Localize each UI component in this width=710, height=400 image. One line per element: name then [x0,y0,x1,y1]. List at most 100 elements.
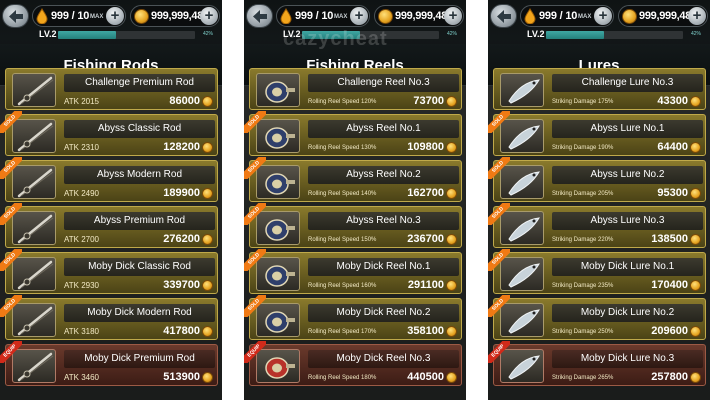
shop-item[interactable]: SOLD Abyss Lure No.3 Striking Damage 220% 1… [488,203,706,248]
item-stat: Rolling Reel Speed 140% [308,191,377,197]
badge-label: SOLD [244,111,266,133]
sold-badge: SOLD [0,203,22,225]
shop-item[interactable]: Challenge Reel No.3 Rolling Reel Speed 12… [249,68,462,110]
item-price: 513900 [163,371,200,383]
sold-badge: SOLD [244,295,266,317]
back-arrow-icon [253,10,267,23]
coin-icon [202,142,213,153]
sold-badge: SOLD [488,295,510,317]
badge-label: SOLD [488,295,510,317]
item-name-plate: Moby Dick Modern Rod [64,304,215,322]
shop-item[interactable]: SOLD Abyss Modern Rod ATK 2490 189900 [0,157,218,202]
item-stat: Striking Damage 220% [552,237,614,243]
item-price: 276200 [163,233,200,245]
rod-icon [17,76,54,106]
shop-item[interactable]: SOLD Abyss Reel No.1 Rolling Reel Speed 13… [244,111,462,156]
shop-item[interactable]: EQUIP Moby Dick Premium Rod ATK 3460 513900 [0,341,218,386]
item-name: Abyss Premium Rod [93,215,186,226]
shop-item[interactable]: SOLD Moby Dick Classic Rod ATK 2930 339700 [0,249,218,294]
back-button[interactable] [490,4,517,28]
coin-icon [446,372,457,383]
coin-icon [446,234,457,245]
coin-icon [690,326,701,337]
shop-item[interactable]: SOLD Moby Dick Reel No.2 Rolling Reel Spee… [244,295,462,340]
sold-badge: SOLD [0,111,22,133]
item-thumbnail [256,73,300,107]
item-name: Moby Dick Reel No.3 [336,353,431,364]
add-coins-button[interactable]: + [444,7,462,25]
water-drop-icon [36,8,48,24]
sold-badge: SOLD [0,249,22,271]
item-name: Moby Dick Modern Rod [87,307,192,318]
badge-label: SOLD [244,203,266,225]
shop-item[interactable]: Challenge Lure No.3 Striking Damage 175% 4… [493,68,706,110]
shop-item[interactable]: SOLD Abyss Lure No.2 Striking Damage 205% 9… [488,157,706,202]
level-label: LV.2 [527,29,545,39]
add-energy-button[interactable]: + [350,7,368,25]
item-price: 170400 [651,279,688,291]
add-coins-button[interactable]: + [200,7,218,25]
item-name: Moby Dick Reel No.1 [336,261,431,272]
item-stat: Rolling Reel Speed 180% [308,375,377,381]
badge-label: EQUIP [488,341,510,363]
item-price: 440500 [407,371,444,383]
coin-icon [446,142,457,153]
add-energy-button[interactable]: + [106,7,124,25]
plus-icon: + [354,7,364,24]
plus-icon: + [448,7,458,24]
equip-badge: EQUIP [0,341,22,363]
coin-icon [690,96,701,107]
shop-item[interactable]: SOLD Moby Dick Reel No.1 Rolling Reel Spee… [244,249,462,294]
coin-icon [446,96,457,107]
level-percent: 42% [203,31,214,37]
item-stat: Striking Damage 175% [552,99,614,105]
back-button[interactable] [2,4,29,28]
shop-item[interactable]: SOLD Abyss Classic Rod ATK 2310 128200 [0,111,218,156]
shop-item[interactable]: SOLD Abyss Lure No.1 Striking Damage 190% 6… [488,111,706,156]
coin-icon [690,234,701,245]
shop-item[interactable]: Challenge Premium Rod ATK 2015 86000 [5,68,218,110]
item-stat: ATK 2015 [64,97,99,106]
shop-item[interactable]: SOLD Abyss Reel No.3 Rolling Reel Speed 15… [244,203,462,248]
item-name-plate: Moby Dick Reel No.2 [308,304,459,322]
shop-item[interactable]: EQUIP Moby Dick Lure No.3 Striking Damage … [488,341,706,386]
item-price: 138500 [651,233,688,245]
add-energy-button[interactable]: + [594,7,612,25]
level-progress-bar [546,31,683,39]
coin-counter: 999,999,489 + [130,5,220,27]
shop-list: Challenge Reel No.3 Rolling Reel Speed 12… [244,68,466,400]
sold-badge: SOLD [244,249,266,271]
item-name-plate: Moby Dick Reel No.1 [308,258,459,276]
badge-label: SOLD [0,249,22,271]
energy-counter: 999 / 10 MAX + [276,5,370,27]
coin-icon [202,372,213,383]
item-name: Abyss Lure No.1 [590,123,665,134]
equip-badge: EQUIP [244,341,266,363]
coin-icon [446,326,457,337]
item-stat: Striking Damage 205% [552,191,614,197]
item-price: 189900 [163,187,200,199]
item-name: Challenge Premium Rod [85,77,194,88]
sold-badge: SOLD [488,157,510,179]
back-button[interactable] [246,4,273,28]
plus-icon: + [598,7,608,24]
item-stat: Rolling Reel Speed 130% [308,145,377,151]
shop-item[interactable]: SOLD Moby Dick Modern Rod ATK 3180 417800 [0,295,218,340]
shop-item[interactable]: SOLD Moby Dick Lure No.2 Striking Damage 2… [488,295,706,340]
item-stat: ATK 2490 [64,189,99,198]
item-price: 95300 [657,187,688,199]
energy-counter: 999 / 10 MAX + [520,5,614,27]
back-arrow-icon [9,10,23,23]
badge-label: SOLD [488,203,510,225]
coin-icon [202,188,213,199]
item-stat: Rolling Reel Speed 160% [308,283,377,289]
badge-label: SOLD [0,295,22,317]
shop-item[interactable]: SOLD Moby Dick Lure No.1 Striking Damage 2… [488,249,706,294]
item-price: 128200 [163,141,200,153]
shop-item[interactable]: SOLD Abyss Premium Rod ATK 2700 276200 [0,203,218,248]
add-coins-button[interactable]: + [688,7,706,25]
shop-item[interactable]: EQUIP Moby Dick Reel No.3 Rolling Reel Spe… [244,341,462,386]
item-price: 291100 [407,279,444,291]
reel-icon [265,81,295,103]
shop-item[interactable]: SOLD Abyss Reel No.2 Rolling Reel Speed 14… [244,157,462,202]
